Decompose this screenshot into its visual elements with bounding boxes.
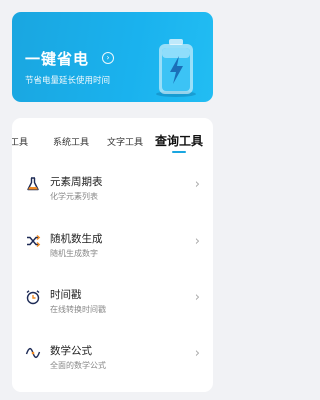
chevron-right-icon: › bbox=[194, 177, 200, 192]
flask-icon bbox=[27, 177, 39, 191]
item-title: 元素周期表 bbox=[50, 176, 103, 188]
item-subtitle: 随机生成数字 bbox=[50, 249, 98, 258]
item-subtitle: 化学元素列表 bbox=[50, 192, 98, 201]
wave-icon bbox=[25, 347, 41, 359]
item-subtitle: 在线转换时间戳 bbox=[50, 305, 106, 314]
tools-card: 工具 系统工具 文字工具 查询工具 元素周期表 化学元素列表 › 随机数生成 随… bbox=[12, 118, 213, 392]
list-item-timestamp[interactable]: 时间戳 在线转换时间戳 › bbox=[12, 274, 213, 330]
tab-tools[interactable]: 工具 bbox=[12, 135, 28, 148]
tab-text-tools[interactable]: 文字工具 bbox=[107, 135, 143, 148]
tab-query-tools[interactable]: 查询工具 bbox=[155, 132, 203, 149]
chevron-right-icon: › bbox=[194, 234, 200, 249]
arrow-right-circle-icon: › bbox=[102, 52, 114, 64]
chevron-right-icon: › bbox=[194, 290, 200, 305]
chevron-right-icon: › bbox=[194, 346, 200, 361]
item-title: 时间戳 bbox=[50, 289, 82, 301]
banner-title: 一键省电 bbox=[25, 50, 90, 68]
list-item-random-number[interactable]: 随机数生成 随机生成数字 › bbox=[12, 218, 213, 274]
tab-bar: 工具 系统工具 文字工具 查询工具 bbox=[12, 118, 213, 156]
shuffle-icon bbox=[27, 234, 41, 248]
item-title: 随机数生成 bbox=[50, 233, 103, 245]
tab-system-tools[interactable]: 系统工具 bbox=[53, 135, 89, 148]
list-item-math-formulas[interactable]: 数学公式 全面的数学公式 › bbox=[12, 330, 213, 386]
list-item-periodic-table[interactable]: 元素周期表 化学元素列表 › bbox=[12, 161, 213, 217]
banner-subtitle: 节省电量延长使用时间 bbox=[25, 76, 111, 86]
active-tab-indicator bbox=[172, 151, 186, 153]
alarm-clock-icon bbox=[26, 290, 40, 305]
battery-charging-icon bbox=[156, 39, 196, 97]
item-subtitle: 全面的数学公式 bbox=[50, 361, 106, 370]
item-title: 数学公式 bbox=[50, 345, 92, 357]
power-saving-banner[interactable]: 一键省电 › 节省电量延长使用时间 bbox=[12, 12, 213, 102]
